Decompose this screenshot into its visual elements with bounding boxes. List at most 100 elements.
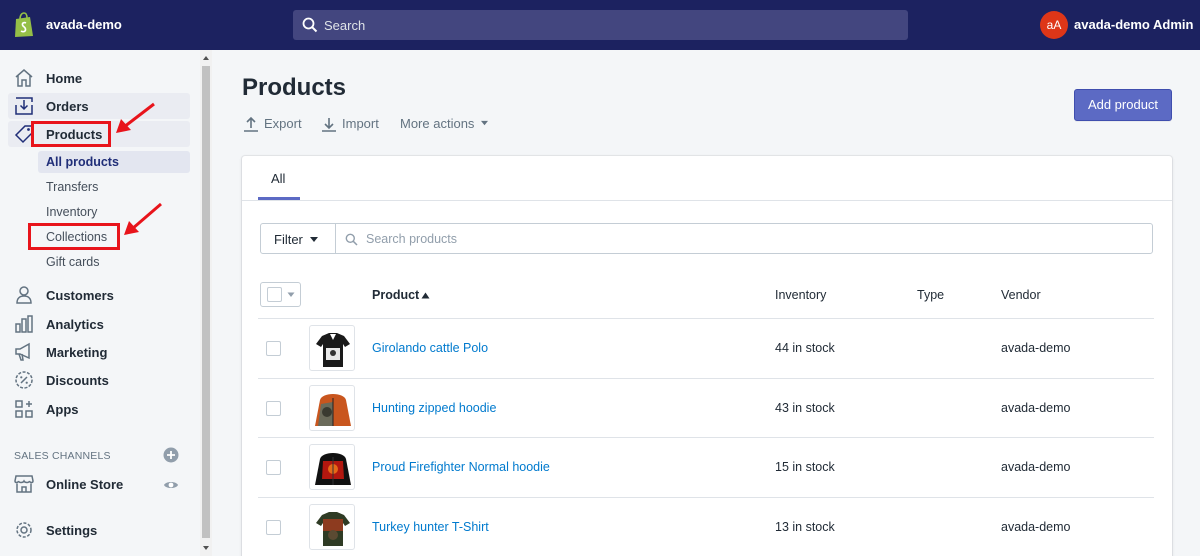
table-row[interactable]: Girolando cattle Polo 44 in stock avada-… bbox=[258, 318, 1154, 378]
discount-icon bbox=[15, 371, 33, 389]
sidebar-item-label: Home bbox=[46, 71, 83, 86]
global-search-input[interactable]: Search bbox=[293, 10, 908, 40]
product-thumbnail[interactable] bbox=[309, 444, 355, 490]
add-product-button[interactable]: Add product bbox=[1074, 89, 1172, 121]
sidebar-scroll-thumb[interactable] bbox=[202, 66, 210, 538]
eye-icon[interactable] bbox=[163, 477, 179, 493]
filter-label: Filter bbox=[274, 232, 303, 247]
export-label: Export bbox=[264, 116, 302, 131]
product-thumbnail[interactable] bbox=[309, 504, 355, 550]
product-name-link[interactable]: Turkey hunter T-Shirt bbox=[372, 520, 489, 534]
sidebar-subitem-inventory[interactable]: Inventory bbox=[38, 201, 190, 223]
sidebar-subitem-transfers[interactable]: Transfers bbox=[38, 176, 190, 198]
sidebar-item-apps[interactable]: Apps bbox=[8, 396, 190, 422]
sidebar-item-customers[interactable]: Customers bbox=[8, 282, 190, 308]
sidebar-item-orders[interactable]: Orders bbox=[8, 93, 190, 119]
more-actions-label: More actions bbox=[400, 116, 475, 131]
sidebar-subitem-label: Inventory bbox=[46, 205, 98, 219]
sidebar-subitem-label: Transfers bbox=[46, 180, 99, 194]
add-channel-icon[interactable] bbox=[163, 447, 179, 463]
column-header-type[interactable]: Type bbox=[917, 288, 944, 302]
tab-all-label: All bbox=[271, 171, 286, 186]
import-button[interactable]: Import bbox=[321, 116, 381, 132]
sidebar-item-marketing[interactable]: Marketing bbox=[8, 339, 190, 365]
person-icon bbox=[16, 286, 32, 304]
sidebar-item-label: Customers bbox=[46, 288, 114, 303]
annotation-arrow-icon bbox=[116, 102, 155, 133]
more-actions-button[interactable]: More actions bbox=[400, 116, 492, 132]
vendor-value: avada-demo bbox=[1001, 341, 1071, 355]
table-row[interactable]: Hunting zipped hoodie 43 in stock avada-… bbox=[258, 378, 1154, 438]
product-thumbnail[interactable] bbox=[309, 385, 355, 431]
bar-chart-icon bbox=[15, 315, 33, 333]
export-button[interactable]: Export bbox=[243, 116, 303, 132]
store-icon bbox=[14, 475, 34, 493]
apps-icon bbox=[15, 400, 33, 418]
sales-channels-title: SALES CHANNELS bbox=[14, 450, 111, 462]
search-products-placeholder: Search products bbox=[366, 232, 458, 246]
sidebar-item-settings[interactable]: Settings bbox=[8, 517, 190, 543]
checkbox[interactable] bbox=[267, 287, 282, 302]
tab-all[interactable]: All bbox=[258, 156, 300, 200]
inventory-value: 44 in stock bbox=[775, 341, 835, 355]
sidebar-item-label: Apps bbox=[46, 402, 79, 417]
import-icon bbox=[322, 118, 336, 132]
admin-name[interactable]: avada-demo Admin bbox=[1074, 17, 1193, 32]
search-products-input[interactable]: Search products bbox=[335, 223, 1153, 254]
t-shirt-image bbox=[316, 512, 350, 546]
annotation-box-collections bbox=[28, 223, 120, 250]
export-icon bbox=[244, 116, 258, 132]
inventory-value: 13 in stock bbox=[775, 520, 835, 534]
annotation-box-products bbox=[31, 121, 111, 147]
product-name-link[interactable]: Hunting zipped hoodie bbox=[372, 401, 496, 415]
sidebar-item-label: Marketing bbox=[46, 345, 108, 360]
vendor-value: avada-demo bbox=[1001, 460, 1071, 474]
hoodie-image bbox=[315, 453, 351, 485]
sort-ascending-icon[interactable] bbox=[421, 292, 430, 299]
filter-button[interactable]: Filter bbox=[260, 223, 336, 254]
import-label: Import bbox=[342, 116, 379, 131]
column-header-vendor[interactable]: Vendor bbox=[1001, 288, 1041, 302]
sidebar-item-discounts[interactable]: Discounts bbox=[8, 367, 190, 393]
search-icon bbox=[302, 17, 318, 33]
inventory-value: 43 in stock bbox=[775, 401, 835, 415]
inventory-value: 15 in stock bbox=[775, 460, 835, 474]
sidebar-subitem-label: Gift cards bbox=[46, 255, 100, 269]
store-name[interactable]: avada-demo bbox=[46, 17, 122, 32]
row-checkbox[interactable] bbox=[266, 460, 281, 475]
orders-icon bbox=[15, 97, 33, 115]
tab-divider bbox=[242, 200, 1172, 201]
select-all-checkbox[interactable] bbox=[260, 282, 301, 307]
search-placeholder: Search bbox=[324, 18, 366, 33]
table-row[interactable]: Turkey hunter T-Shirt 13 in stock avada-… bbox=[258, 497, 1154, 556]
sidebar-subitem-gift-cards[interactable]: Gift cards bbox=[38, 251, 190, 273]
caret-down-icon bbox=[481, 120, 488, 126]
sidebar-item-label: Settings bbox=[46, 523, 98, 538]
row-checkbox[interactable] bbox=[266, 341, 281, 356]
product-thumbnail[interactable] bbox=[309, 325, 355, 371]
caret-down-icon bbox=[310, 237, 318, 242]
scroll-down-arrow-icon[interactable] bbox=[201, 543, 211, 553]
row-checkbox[interactable] bbox=[266, 401, 281, 416]
vendor-value: avada-demo bbox=[1001, 520, 1071, 534]
product-name-link[interactable]: Proud Firefighter Normal hoodie bbox=[372, 460, 550, 474]
sidebar-item-label: Analytics bbox=[46, 317, 104, 332]
megaphone-icon bbox=[15, 342, 30, 361]
search-icon bbox=[345, 233, 358, 246]
column-header-product[interactable]: Product bbox=[372, 288, 419, 302]
sidebar-item-analytics[interactable]: Analytics bbox=[8, 311, 190, 337]
caret-down-icon bbox=[287, 292, 295, 297]
sidebar-item-label: Online Store bbox=[46, 477, 124, 492]
shopify-bag-icon[interactable] bbox=[13, 12, 35, 38]
product-name-link[interactable]: Girolando cattle Polo bbox=[372, 341, 488, 355]
top-bar: avada-demo Search aA avada-demo Admin bbox=[0, 0, 1200, 50]
row-checkbox[interactable] bbox=[266, 520, 281, 535]
scroll-up-arrow-icon[interactable] bbox=[201, 53, 211, 63]
sidebar-subitem-all-products[interactable]: All products bbox=[38, 151, 190, 173]
polo-shirt-image bbox=[316, 333, 350, 367]
sidebar-item-label: Discounts bbox=[46, 373, 109, 388]
avatar[interactable]: aA bbox=[1040, 11, 1068, 39]
sidebar-item-home[interactable]: Home bbox=[8, 65, 190, 91]
column-header-inventory[interactable]: Inventory bbox=[775, 288, 826, 302]
table-row[interactable]: Proud Firefighter Normal hoodie 15 in st… bbox=[258, 437, 1154, 497]
